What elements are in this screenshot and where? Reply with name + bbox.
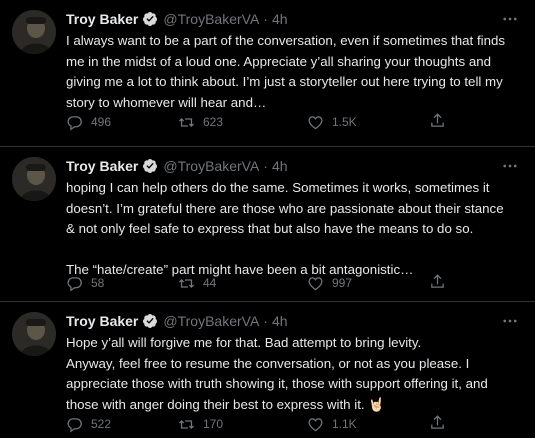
share-icon: [431, 113, 444, 127]
retweet-icon: [178, 419, 195, 429]
separator: ·: [263, 158, 268, 174]
tweet-header: Troy Baker @TroyBakerVA · 4h: [66, 312, 288, 330]
avatar[interactable]: [12, 10, 56, 54]
like-count: 1.1K: [332, 417, 357, 431]
timestamp[interactable]: 4h: [272, 11, 288, 27]
share-button[interactable]: [429, 273, 446, 293]
separator: ·: [263, 313, 268, 329]
retweet-button[interactable]: 170: [178, 414, 223, 434]
tweet-1[interactable]: Troy Baker @TroyBakerVA · 4h I always wa…: [0, 0, 535, 146]
tweet-text: I always want to be a part of the conver…: [66, 33, 506, 110]
tweet-feed: Troy Baker @TroyBakerVA · 4h I always wa…: [0, 0, 535, 438]
like-button[interactable]: 1.1K: [307, 414, 357, 434]
like-count: 1.5K: [332, 115, 357, 129]
heart-icon: [308, 276, 323, 290]
author-handle[interactable]: @TroyBakerVA: [163, 11, 259, 27]
tweet-actions: 496 623 1.5K: [66, 112, 486, 132]
author-name[interactable]: Troy Baker: [66, 313, 138, 329]
verified-badge-icon: [142, 313, 158, 329]
share-icon: [431, 274, 444, 288]
separator: ·: [263, 11, 268, 27]
reply-icon: [67, 417, 82, 432]
reply-count: 522: [91, 417, 112, 431]
reply-icon: [67, 115, 82, 130]
timestamp[interactable]: 4h: [272, 158, 288, 174]
author-handle[interactable]: @TroyBakerVA: [163, 313, 259, 329]
reply-button[interactable]: 58: [66, 273, 104, 293]
tweet-text: Hope y’all will forgive me for that. Bad…: [66, 335, 488, 412]
share-button[interactable]: [429, 414, 446, 434]
reply-icon: [67, 276, 82, 291]
retweet-button[interactable]: 44: [178, 273, 216, 293]
author-name[interactable]: Troy Baker: [66, 11, 138, 27]
like-button[interactable]: 997: [307, 273, 352, 293]
reply-button[interactable]: 496: [66, 112, 111, 132]
tweet-header: Troy Baker @TroyBakerVA · 4h: [66, 157, 288, 175]
tweet-2[interactable]: Troy Baker @TroyBakerVA · 4h hoping I ca…: [0, 146, 535, 301]
verified-badge-icon: [142, 11, 158, 27]
retweet-count: 623: [203, 115, 224, 129]
retweet-count: 44: [203, 276, 217, 290]
reply-count: 496: [91, 115, 112, 129]
tweet-text: hoping I can help others do the same. So…: [66, 180, 504, 277]
more-options-icon[interactable]: [501, 157, 519, 175]
reply-button[interactable]: 522: [66, 414, 111, 434]
heart-icon: [308, 115, 323, 129]
avatar[interactable]: [12, 312, 56, 356]
more-options-icon[interactable]: [501, 312, 519, 330]
retweet-count: 170: [203, 417, 224, 431]
like-count: 997: [332, 276, 353, 290]
heart-icon: [308, 417, 323, 431]
retweet-icon: [178, 117, 195, 127]
retweet-button[interactable]: 623: [178, 112, 223, 132]
tweet-actions: 58 44 997: [66, 273, 486, 293]
tweet-actions: 522 170 1.1K: [66, 414, 486, 434]
author-handle[interactable]: @TroyBakerVA: [163, 158, 259, 174]
retweet-icon: [178, 278, 195, 288]
tweet-3[interactable]: Troy Baker @TroyBakerVA · 4h Hope y’all …: [0, 301, 535, 438]
reply-count: 58: [91, 276, 105, 290]
share-icon: [431, 415, 444, 429]
author-name[interactable]: Troy Baker: [66, 158, 138, 174]
timestamp[interactable]: 4h: [272, 313, 288, 329]
avatar[interactable]: [12, 157, 56, 201]
tweet-header: Troy Baker @TroyBakerVA · 4h: [66, 10, 288, 28]
share-button[interactable]: [429, 112, 446, 132]
verified-badge-icon: [142, 158, 158, 174]
more-options-icon[interactable]: [501, 10, 519, 28]
like-button[interactable]: 1.5K: [307, 112, 357, 132]
